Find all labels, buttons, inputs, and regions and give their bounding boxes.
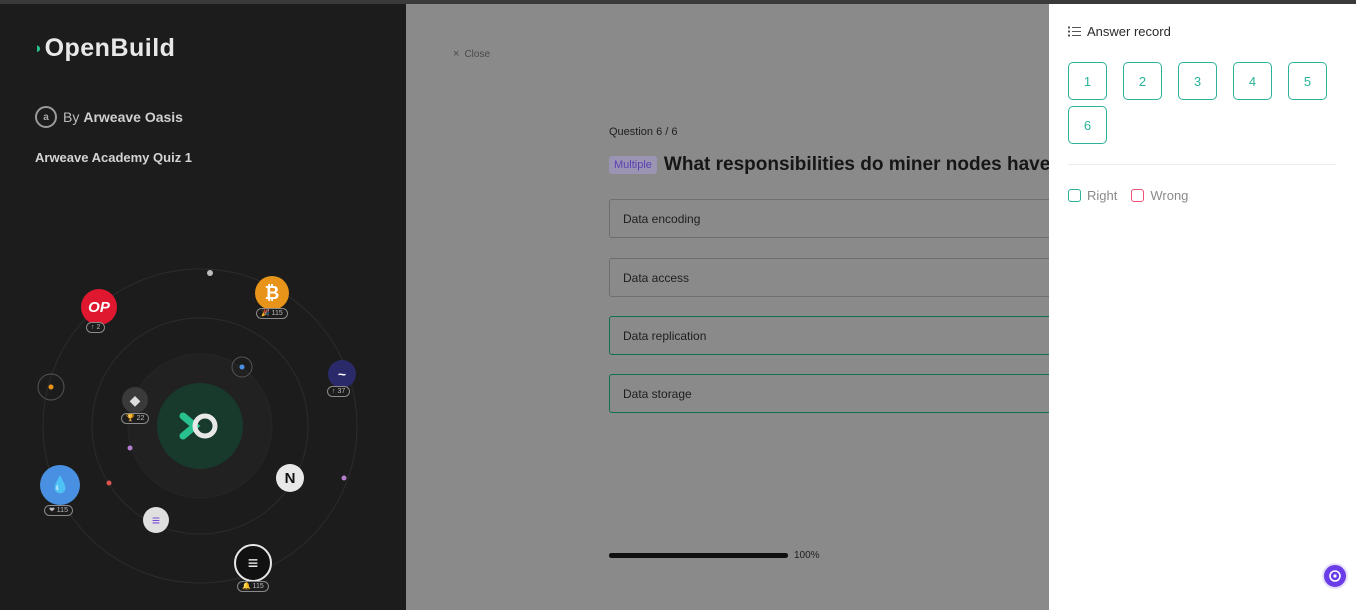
sui-coin-icon: 💧	[40, 465, 80, 505]
sui-badge: ❤ 115	[44, 505, 73, 516]
option-data-access[interactable]: Data access	[609, 258, 1049, 297]
question-text: What responsibilities do miner nodes hav…	[663, 154, 1049, 175]
quiz-title: Arweave Academy Quiz 1	[35, 150, 193, 165]
question-number-4[interactable]: 4	[1233, 62, 1272, 100]
answer-record-title: Answer record	[1087, 24, 1171, 39]
wrong-label: Wrong	[1150, 188, 1189, 203]
question-number-3[interactable]: 3	[1178, 62, 1217, 100]
orbit-dot	[207, 270, 213, 276]
wrong-swatch	[1131, 189, 1145, 202]
question-number-1[interactable]: 1	[1068, 62, 1107, 100]
question-number-2[interactable]: 2	[1123, 62, 1162, 100]
option-data-encoding[interactable]: Data encoding	[609, 199, 1049, 238]
quiz-sidebar: ◗ OpenBuild a By Arweave Oasis Arweave A…	[0, 4, 406, 610]
orbit-dot	[127, 445, 133, 451]
question-counter: Question 6 / 6	[609, 126, 678, 138]
orbit-dot	[106, 480, 112, 486]
progress-fill	[609, 553, 788, 558]
aptos-coin-icon: ≡	[234, 544, 272, 582]
logo-text: OpenBuild	[44, 34, 176, 62]
orbit-dot	[341, 475, 347, 481]
question-heading: Multiple What responsibilities do miner …	[609, 154, 1049, 176]
openbuild-logo[interactable]: ◗ OpenBuild	[34, 34, 175, 63]
list-icon	[1068, 26, 1081, 37]
help-button[interactable]	[1322, 563, 1348, 589]
aptos-badge: 🔔 115	[237, 581, 269, 592]
org-avatar: a	[35, 106, 57, 128]
option-data-replication[interactable]: Data replication	[609, 316, 1049, 355]
answer-legend: Right Wrong	[1068, 188, 1188, 203]
question-type-tag: Multiple	[609, 156, 657, 174]
starknet-coin-icon: ~	[328, 360, 356, 388]
question-area: × Close Question 6 / 6 Multiple What res…	[406, 4, 1049, 610]
close-icon: ×	[453, 48, 460, 60]
answer-record-panel: Answer record 1 2 3 4 5 6 Right Wrong	[1049, 4, 1356, 610]
op-coin-icon: OP	[81, 289, 117, 325]
starknet-badge: ↑ 37	[327, 386, 351, 397]
orbit-dot	[239, 364, 245, 370]
right-label: Right	[1087, 188, 1118, 203]
answer-record-header: Answer record	[1068, 24, 1171, 39]
bitcoin-coin-icon: ₿	[255, 276, 289, 310]
panel-divider	[1068, 164, 1336, 165]
ethereum-coin-icon: ◆	[122, 387, 148, 413]
option-data-storage[interactable]: Data storage	[609, 374, 1049, 413]
ethereum-badge: 🏆 22	[121, 413, 150, 424]
flower-icon	[1329, 570, 1341, 582]
close-label: Close	[464, 48, 491, 60]
right-swatch	[1068, 189, 1081, 202]
close-button[interactable]: × Close	[453, 48, 490, 60]
near-coin-icon: N	[276, 464, 304, 492]
progress-bar	[609, 553, 788, 558]
bitcoin-badge: 🎉 115	[256, 308, 288, 319]
byline-org[interactable]: Arweave Oasis	[83, 109, 183, 125]
orbit-dot	[48, 384, 54, 390]
question-number-5[interactable]: 5	[1288, 62, 1327, 100]
byline: a By Arweave Oasis	[35, 106, 183, 128]
byline-prefix: By	[63, 109, 80, 125]
logo-mark-icon: ◗	[34, 40, 44, 57]
progress-label: 100%	[794, 550, 820, 561]
question-number-6[interactable]: 6	[1068, 106, 1107, 144]
solana-coin-icon: ≡	[143, 507, 169, 533]
orbit-illustration	[37, 268, 358, 584]
op-badge: ↑ 2	[86, 322, 106, 333]
